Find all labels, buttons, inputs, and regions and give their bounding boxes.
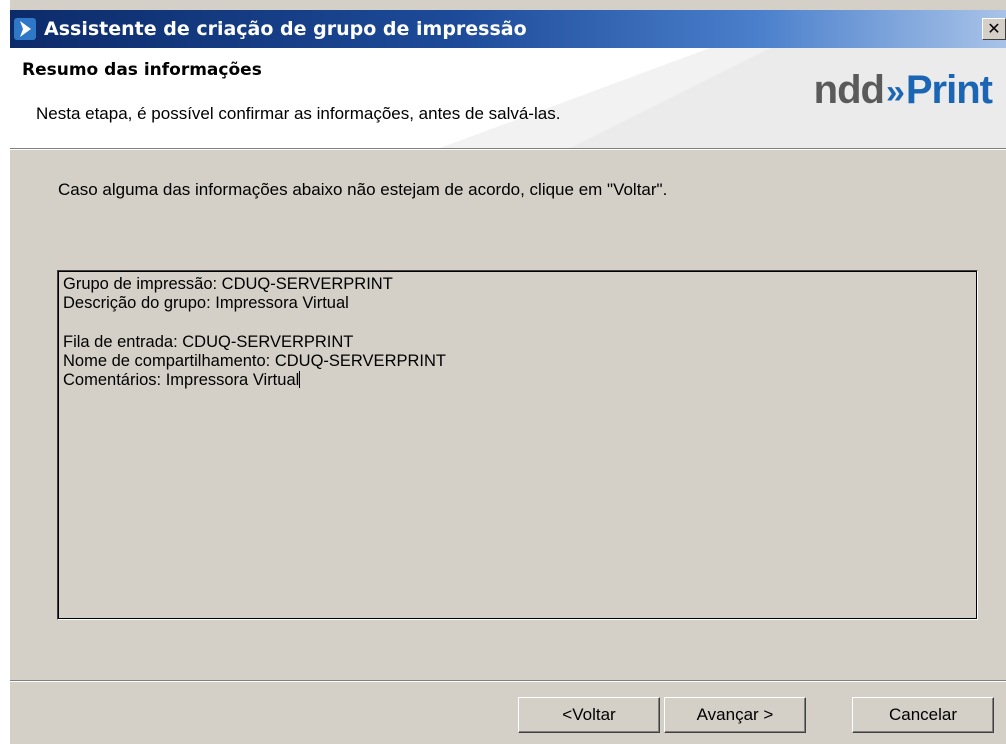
instruction-text: Caso alguma das informações abaixo não e… <box>58 180 668 199</box>
brand-logo-ndd: ndd <box>813 68 885 112</box>
summary-comments-line: Comentários: Impressora Virtual <box>63 371 300 389</box>
page-subtitle: Nesta etapa, é possível confirmar as inf… <box>36 104 561 123</box>
title-bar[interactable]: Assistente de criação de grupo de impres… <box>10 10 1006 48</box>
brand-logo-arrows: » <box>885 73 905 111</box>
summary-queue-line: Fila de entrada: CDUQ-SERVERPRINT <box>63 333 354 351</box>
summary-content: Grupo de impressão: CDUQ-SERVERPRINT Des… <box>58 271 977 619</box>
close-button[interactable]: ✕ <box>982 18 1006 40</box>
brand-logo-print: Print <box>905 68 993 112</box>
summary-comments-row: Comentários: Impressora Virtual <box>63 371 972 390</box>
summary-description-line: Descrição do grupo: Impressora Virtual <box>63 294 349 312</box>
desktop-edge <box>0 0 10 744</box>
text-caret <box>299 371 301 388</box>
wizard-header: Resumo das informações Nesta etapa, é po… <box>10 48 1006 148</box>
summary-textbox[interactable]: Grupo de impressão: CDUQ-SERVERPRINT Des… <box>57 270 978 620</box>
brand-logo: ndd»Print <box>813 68 993 113</box>
page-title: Resumo das informações <box>22 60 262 80</box>
close-icon: ✕ <box>987 19 1001 38</box>
footer-separator <box>10 680 1006 682</box>
summary-group-line: Grupo de impressão: CDUQ-SERVERPRINT <box>63 275 393 293</box>
summary-blank-line <box>63 313 972 333</box>
app-logo-icon <box>14 18 36 40</box>
summary-share-line: Nome de compartilhamento: CDUQ-SERVERPRI… <box>63 352 446 370</box>
window-title: Assistente de criação de grupo de impres… <box>44 18 527 40</box>
back-button[interactable]: <Voltar <box>518 697 660 733</box>
next-button[interactable]: Avançar > <box>664 697 806 733</box>
cancel-button[interactable]: Cancelar <box>852 697 994 733</box>
header-separator <box>10 148 1006 150</box>
